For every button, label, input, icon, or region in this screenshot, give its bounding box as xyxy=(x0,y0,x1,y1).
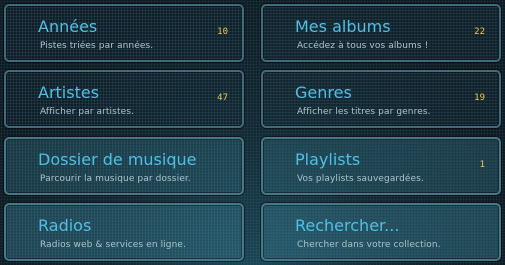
tile-count: 19 xyxy=(474,93,485,103)
tile-music-folder[interactable]: Dossier de musique Parcourir la musique … xyxy=(4,137,244,195)
tile-count: 47 xyxy=(217,93,228,103)
tile-subtitle: Afficher les titres par genres. xyxy=(297,107,431,117)
tile-subtitle: Parcourir la musique par dossier. xyxy=(40,174,191,184)
tile-title: Années xyxy=(38,17,98,36)
tile-title: Artistes xyxy=(38,83,100,102)
tile-subtitle: Radios web & services en ligne. xyxy=(40,240,186,250)
tile-subtitle: Vos playlists sauvegardées. xyxy=(297,174,424,184)
tile-years[interactable]: Années Pistes triées par années. 10 xyxy=(4,4,244,62)
tile-subtitle: Afficher par artistes. xyxy=(40,107,134,117)
tile-title: Mes albums xyxy=(295,17,391,36)
tile-count: 22 xyxy=(474,27,485,37)
tile-my-albums[interactable]: Mes albums Accédez à tous vos albums ! 2… xyxy=(261,4,501,62)
tile-title: Rechercher... xyxy=(295,216,400,235)
tile-count: 10 xyxy=(217,27,228,37)
tile-subtitle: Accédez à tous vos albums ! xyxy=(297,41,429,51)
tile-title: Dossier de musique xyxy=(38,150,197,169)
tile-artists[interactable]: Artistes Afficher par artistes. 47 xyxy=(4,70,244,128)
tile-subtitle: Pistes triées par années. xyxy=(40,41,154,51)
tile-title: Radios xyxy=(38,216,92,235)
tile-search[interactable]: Rechercher... Chercher dans votre collec… xyxy=(261,203,501,261)
tile-subtitle: Chercher dans votre collection. xyxy=(297,240,441,250)
tile-count: 1 xyxy=(479,160,485,170)
tile-title: Playlists xyxy=(295,150,361,169)
tile-radios[interactable]: Radios Radios web & services en ligne. xyxy=(4,203,244,261)
tile-genres[interactable]: Genres Afficher les titres par genres. 1… xyxy=(261,70,501,128)
tile-title: Genres xyxy=(295,83,352,102)
music-library-menu: Années Pistes triées par années. 10 Mes … xyxy=(4,4,501,261)
tile-playlists[interactable]: Playlists Vos playlists sauvegardées. 1 xyxy=(261,137,501,195)
